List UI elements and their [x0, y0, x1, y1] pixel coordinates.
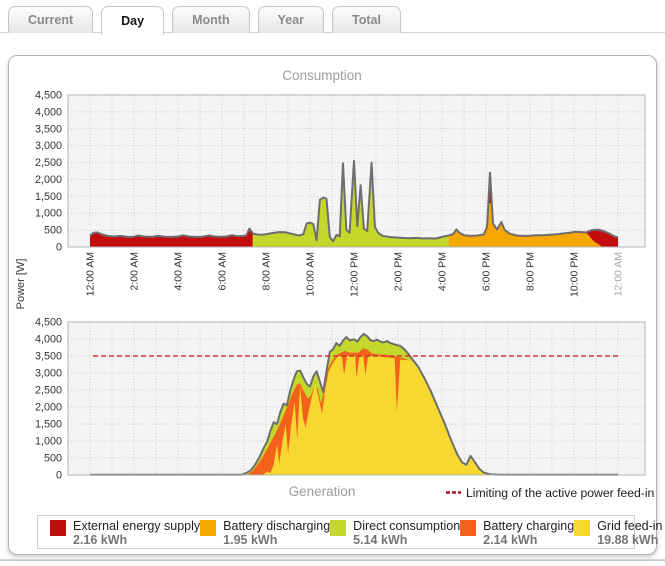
legend-value: 5.14 kWh: [353, 533, 460, 547]
legend-value: 2.16 kWh: [73, 533, 200, 547]
tab-month[interactable]: Month: [172, 6, 249, 33]
legend-item-grid-feed-in: Grid feed-in19.88 kWh: [574, 519, 662, 545]
tab-year[interactable]: Year: [258, 6, 324, 33]
legend-item-battery-discharging: Battery discharging1.95 kWh: [200, 519, 330, 545]
chart-panel: [8, 55, 657, 555]
legend-swatch-icon: [330, 520, 346, 536]
legend-item-direct-consumption: Direct consumption5.14 kWh: [330, 519, 460, 545]
tab-day[interactable]: Day: [101, 6, 164, 35]
legend-swatch-icon: [574, 520, 590, 536]
legend-value: 2.14 kWh: [483, 533, 574, 547]
legend-swatch-icon: [50, 520, 66, 536]
legend-swatch-icon: [200, 520, 216, 536]
legend-item-battery-charging: Battery charging2.14 kWh: [460, 519, 574, 545]
legend-value: 1.95 kWh: [223, 533, 330, 547]
energy-legend: External energy supply2.16 kWhBattery di…: [37, 515, 635, 549]
legend-label: Direct consumption: [353, 519, 460, 533]
app-window: CurrentDayMonthYearTotal 05001,0001,5002…: [0, 0, 665, 566]
legend-label: Battery discharging: [223, 519, 330, 533]
legend-label: Battery charging: [483, 519, 574, 533]
page-bottom-divider: [0, 559, 665, 561]
tab-bar: Current Day Month Year Total: [8, 6, 401, 33]
legend-label: External energy supply: [73, 519, 200, 533]
legend-label: Grid feed-in: [597, 519, 662, 533]
tab-current[interactable]: Current: [8, 6, 93, 33]
legend-swatch-icon: [460, 520, 476, 536]
legend-value: 19.88 kWh: [597, 533, 662, 547]
legend-item-external-energy-supply: External energy supply2.16 kWh: [50, 519, 200, 545]
tab-total[interactable]: Total: [332, 6, 401, 33]
